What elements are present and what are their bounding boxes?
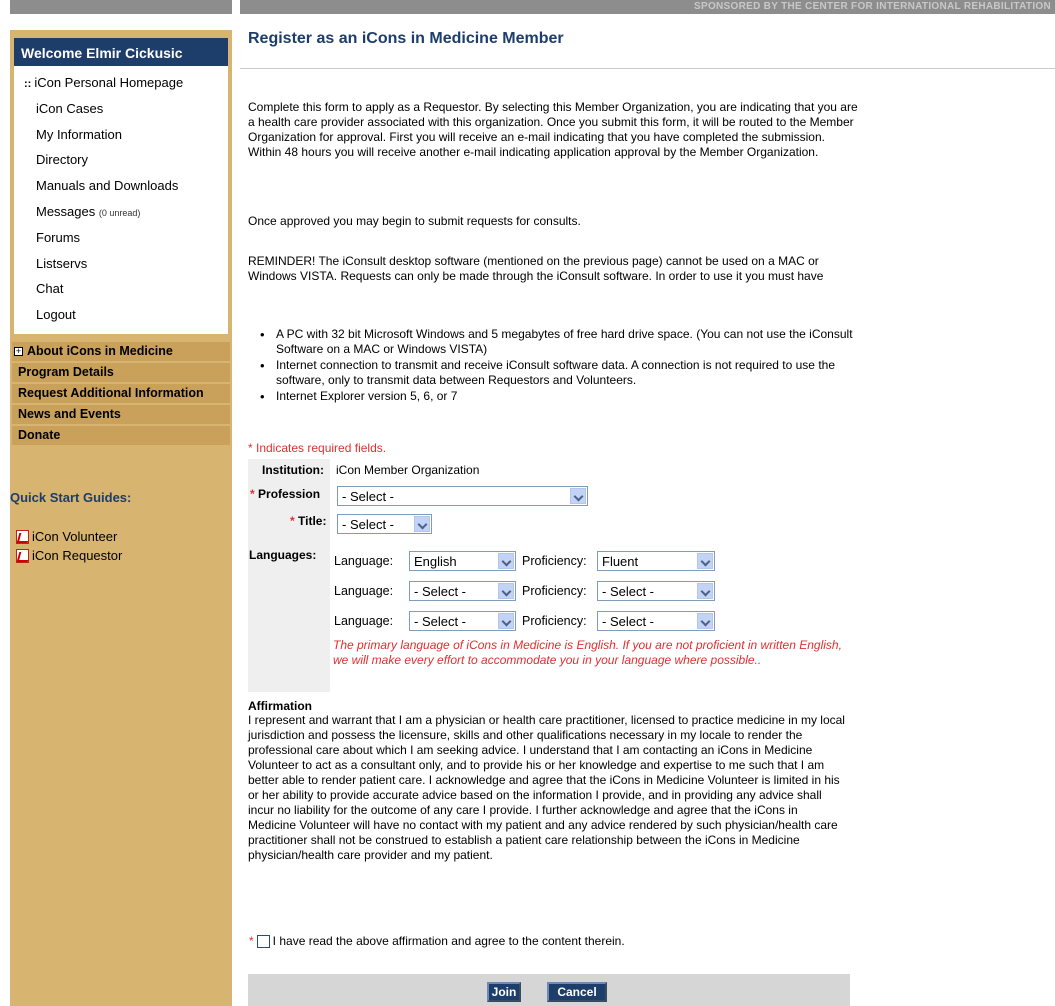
languages-label: Languages: <box>249 548 317 562</box>
chevron-down-icon[interactable] <box>570 488 586 504</box>
required-asterisk: * <box>250 487 255 501</box>
proficiency-select-3[interactable]: - Select - <box>597 611 715 631</box>
required-note: * Indicates required fields. <box>248 441 387 455</box>
menu-item-messages[interactable]: Messages (0 unread) <box>14 199 228 225</box>
menu-item-directory[interactable]: Directory <box>14 147 228 173</box>
affirmation-text: I represent and warrant that I am a phys… <box>248 713 845 862</box>
title-label: * Title: <box>290 514 326 528</box>
chevron-down-icon[interactable] <box>498 583 514 599</box>
welcome-box: Welcome Elmir Cickusic :: iCon Personal H… <box>12 36 230 336</box>
menu-item-logout[interactable]: Logout <box>14 302 228 328</box>
select-value: - Select - <box>602 584 655 599</box>
guide-requestor-link[interactable]: iCon Requestor <box>16 546 122 565</box>
top-bar-left <box>10 0 232 14</box>
guide-label: iCon Requestor <box>32 548 123 563</box>
guide-volunteer-link[interactable]: iCon Volunteer <box>16 527 122 546</box>
profession-label: * Profession <box>250 487 320 501</box>
institution-value: iCon Member Organization <box>336 463 480 477</box>
site-nav: + About iCons in Medicine Program Details… <box>12 342 230 447</box>
main-content: Register as an iCons in Medicine Member <box>248 30 1048 48</box>
language-select-1[interactable]: English <box>409 551 516 571</box>
nav-donate[interactable]: Donate <box>12 426 230 445</box>
profession-select[interactable]: - Select - <box>337 486 588 506</box>
proficiency-label: Proficiency: <box>522 584 587 598</box>
page-title: Register as an iCons in Medicine Member <box>248 30 564 47</box>
agree-row: * I have read the above affirmation and … <box>249 934 625 948</box>
plus-box-icon[interactable]: + <box>14 347 23 356</box>
requirements-list: A PC with 32 bit Microsoft Windows and 5… <box>258 327 858 405</box>
nav-program-details[interactable]: Program Details <box>12 363 230 382</box>
title-select[interactable]: - Select - <box>337 514 432 534</box>
welcome-heading: Welcome Elmir Cickusic <box>14 38 228 66</box>
menu-item-listservs[interactable]: Listservs <box>14 251 228 277</box>
agree-checkbox[interactable] <box>256 934 270 948</box>
guide-label: iCon Volunteer <box>32 529 118 544</box>
institution-label: Institution: <box>262 463 324 477</box>
member-menu: :: iCon Personal Homepage iCon Cases My I… <box>14 66 228 328</box>
menu-item-label: Messages <box>36 203 96 219</box>
menu-item-my-information[interactable]: My Information <box>14 122 228 148</box>
proficiency-label: Proficiency: <box>522 614 587 628</box>
title-divider <box>240 68 1055 69</box>
unread-count: (0 unread) <box>98 207 141 218</box>
menu-item-chat[interactable]: Chat <box>14 276 228 302</box>
quick-start-title: Quick Start Guides: <box>10 490 132 505</box>
list-item: Internet connection to transmit and rece… <box>258 358 858 388</box>
menu-item-cases[interactable]: iCon Cases <box>14 96 228 122</box>
label-text: Title: <box>298 514 327 528</box>
nav-request-info[interactable]: Request Additional Information <box>12 384 230 403</box>
language-label: Language: <box>334 584 394 598</box>
menu-item-homepage[interactable]: :: iCon Personal Homepage <box>14 70 228 96</box>
approval-paragraph: Once approved you may begin to submit re… <box>248 214 581 228</box>
required-asterisk: * <box>249 934 254 948</box>
quick-start-guides: iCon Volunteer iCon Requestor <box>16 527 122 565</box>
language-select-2[interactable]: - Select - <box>409 581 516 601</box>
nav-about[interactable]: + About iCons in Medicine <box>12 342 230 361</box>
list-item: A PC with 32 bit Microsoft Windows and 5… <box>258 327 858 357</box>
select-value: - Select - <box>602 614 655 629</box>
chevron-down-icon[interactable] <box>697 553 713 569</box>
select-value: Fluent <box>602 554 639 569</box>
chevron-down-icon[interactable] <box>414 516 430 532</box>
cancel-button[interactable]: Cancel <box>547 982 607 1002</box>
button-bar: Join Cancel <box>248 974 850 1006</box>
chevron-down-icon[interactable] <box>697 613 713 629</box>
language-note: The primary language of iCons in Medicin… <box>333 638 842 667</box>
nav-label: About iCons in Medicine <box>27 344 173 358</box>
chevron-down-icon[interactable] <box>697 583 713 599</box>
select-value: - Select - <box>414 614 467 629</box>
nav-news-events[interactable]: News and Events <box>12 405 230 424</box>
chevron-down-icon[interactable] <box>498 553 514 569</box>
select-value: - Select - <box>342 489 395 504</box>
list-item: Internet Explorer version 5, 6, or 7 <box>258 389 858 404</box>
label-text: Profession <box>258 487 321 501</box>
select-value: English <box>414 554 457 569</box>
pdf-icon <box>16 529 29 544</box>
required-asterisk: * <box>290 514 295 528</box>
menu-item-manuals[interactable]: Manuals and Downloads <box>14 173 228 199</box>
sidebar: Welcome Elmir Cickusic :: iCon Personal H… <box>10 30 232 1006</box>
agree-label: I have read the above affirmation and ag… <box>272 934 625 948</box>
reminder-paragraph: REMINDER! The iConsult desktop software … <box>248 254 824 283</box>
join-button[interactable]: Join <box>487 982 521 1002</box>
menu-item-label: iCon Personal Homepage <box>34 75 184 90</box>
menu-bullet-icon: :: <box>24 78 32 90</box>
language-label: Language: <box>334 554 394 568</box>
menu-item-forums[interactable]: Forums <box>14 225 228 251</box>
top-bar-right: SPONSORED BY THE CENTER FOR INTERNATIONA… <box>240 0 1055 14</box>
chevron-down-icon[interactable] <box>498 613 514 629</box>
affirmation-title: Affirmation <box>248 699 312 713</box>
language-select-3[interactable]: - Select - <box>409 611 516 631</box>
proficiency-label: Proficiency: <box>522 554 587 568</box>
intro-paragraph: Complete this form to apply as a Request… <box>248 100 858 159</box>
proficiency-select-2[interactable]: - Select - <box>597 581 715 601</box>
select-value: - Select - <box>342 517 395 532</box>
proficiency-select-1[interactable]: Fluent <box>597 551 715 571</box>
pdf-icon <box>16 548 29 563</box>
language-label: Language: <box>334 614 394 628</box>
select-value: - Select - <box>414 584 467 599</box>
sponsor-text: SPONSORED BY THE CENTER FOR INTERNATIONA… <box>694 1 1051 12</box>
